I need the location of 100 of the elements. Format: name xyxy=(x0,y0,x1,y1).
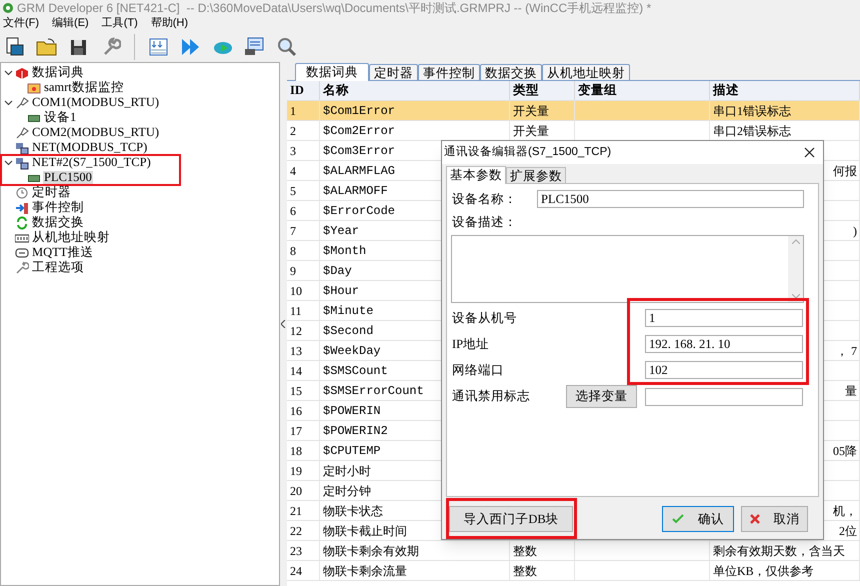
table-cell-text: 2位 xyxy=(839,522,857,540)
table-cell-text: 物联卡剩余有效期 xyxy=(323,542,419,560)
network-icon xyxy=(15,140,29,154)
table-row[interactable]: 2 $Com2Error 开关量 串口2错误标志 xyxy=(287,121,860,141)
menu-item[interactable]: 工具(T) xyxy=(102,15,138,32)
table-cell-text: 17 xyxy=(290,422,302,440)
tab[interactable]: 扩展参数 xyxy=(506,167,566,183)
table-row[interactable]: 23 物联卡剩余有效期 整数 剩余有效期天数，含当天 xyxy=(287,541,860,561)
tree-item[interactable]: 设备1 xyxy=(43,111,78,124)
table-cell-text: $ALARMFLAG xyxy=(323,162,396,180)
table-cell-text: 物联卡截止时间 xyxy=(323,522,407,540)
column-header[interactable]: 变量组 xyxy=(578,81,617,100)
tree-item[interactable]: 数据交换 xyxy=(31,216,85,229)
tree-item[interactable]: PLC1500 xyxy=(43,171,93,184)
field-label: 设备描述： xyxy=(452,214,518,231)
search-icon[interactable] xyxy=(276,36,297,57)
table-cell-text: 18 xyxy=(290,442,302,460)
menu-item[interactable]: 编辑(E) xyxy=(52,15,89,32)
table-cell-text: 单位KB，仅供参考 xyxy=(713,562,814,580)
table-cell-text: $Hour xyxy=(323,282,360,300)
tree-item[interactable]: MQTT推送 xyxy=(31,246,94,259)
input-field[interactable]: PLC1500 xyxy=(537,190,804,208)
select-variable-button[interactable]: 选择变量 xyxy=(566,385,637,408)
book-icon xyxy=(15,66,29,80)
table-cell-text: $Day xyxy=(323,262,352,280)
grid-download-icon[interactable] xyxy=(148,36,169,57)
import-button[interactable]: 导入西门子DB块 xyxy=(449,506,573,532)
column-header[interactable]: 类型 xyxy=(513,81,539,100)
column-header[interactable]: 描述 xyxy=(713,81,739,100)
input-field[interactable]: 1 xyxy=(645,309,803,327)
arrow-door-icon xyxy=(15,200,29,214)
table-cell-text: 量 xyxy=(845,382,857,400)
scroll-down-icon[interactable] xyxy=(792,294,800,299)
table-cell-text: $WeekDay xyxy=(323,342,381,360)
table-cell-text: 机， xyxy=(833,502,857,520)
tab[interactable]: 从机地址映射 xyxy=(542,64,630,80)
fast-forward-icon[interactable] xyxy=(180,36,201,57)
confirm-button[interactable]: 确认 xyxy=(662,506,734,532)
input-field[interactable]: 102 xyxy=(645,361,803,379)
table-cell-text: $ErrorCode xyxy=(323,202,396,220)
folder-icon[interactable] xyxy=(36,36,57,57)
table-cell-text: 何报 xyxy=(833,162,857,180)
clock-icon xyxy=(15,186,29,200)
expanded-chevron-icon[interactable] xyxy=(4,68,13,77)
refresh-icon xyxy=(15,216,29,230)
tab[interactable]: 事件控制 xyxy=(418,64,480,80)
tree-item[interactable]: 定时器 xyxy=(31,186,72,199)
table-cell-text: 定时小时 xyxy=(323,462,371,480)
tree-item[interactable]: 数据词典 xyxy=(31,66,85,79)
expanded-chevron-icon[interactable] xyxy=(4,158,13,167)
table-cell-text: 15 xyxy=(290,382,302,400)
table-row[interactable]: 1 $Com1Error 开关量 串口1错误标志 xyxy=(287,101,860,121)
table-cell-text: $Com1Error xyxy=(323,102,396,120)
tree-item[interactable]: NET(MODBUS_TCP) xyxy=(31,141,148,154)
text-area[interactable] xyxy=(451,235,804,303)
plug-icon xyxy=(15,96,29,110)
table-cell-text: $Month xyxy=(323,242,366,260)
tab[interactable]: 数据词典 xyxy=(295,63,369,81)
table-cell-text: 23 xyxy=(290,542,302,560)
table-cell-text: 6 xyxy=(290,202,296,220)
tree-item[interactable]: COM1(MODBUS_RTU) xyxy=(31,96,160,109)
tree-item[interactable]: 从机地址映射 xyxy=(31,231,111,244)
cross-icon xyxy=(750,514,760,524)
new-file-icon[interactable] xyxy=(4,36,25,57)
plug-icon xyxy=(15,126,29,140)
app-icon xyxy=(2,2,14,14)
field-label: 通讯禁用标志 xyxy=(452,388,531,406)
tab[interactable]: 数据交换 xyxy=(480,64,542,80)
input-field[interactable]: 192. 168. 21. 10 xyxy=(645,335,803,353)
close-icon[interactable] xyxy=(804,147,815,158)
table-cell-text: 1 xyxy=(290,102,296,120)
table-cell-text: 21 xyxy=(290,502,302,520)
table-cell-text: 19 xyxy=(290,462,302,480)
table-cell-text: 3 xyxy=(290,142,296,160)
table-cell-text: $SMSErrorCount xyxy=(323,382,424,400)
monitor-table-icon[interactable] xyxy=(244,36,265,57)
table-row[interactable]: 24 物联卡剩余流量 整数 单位KB，仅供参考 xyxy=(287,561,860,581)
field-label: 设备名称： xyxy=(452,190,518,208)
tab[interactable]: 定时器 xyxy=(369,64,418,80)
table-cell-text: 22 xyxy=(290,522,302,540)
table-cell-text: ) xyxy=(853,222,857,240)
menu-item[interactable]: 帮助(H) xyxy=(150,15,188,32)
input-field[interactable] xyxy=(645,388,803,406)
expanded-chevron-icon[interactable] xyxy=(4,98,13,107)
table-cell-text: 05降 xyxy=(833,442,857,460)
table-cell-text: 整数 xyxy=(513,562,537,580)
tab[interactable]: 基本参数 xyxy=(446,166,506,184)
table-cell-text: 定时分钟 xyxy=(323,482,371,500)
table-cell-text: $CPUTEMP xyxy=(323,442,381,460)
tree-item[interactable]: 工程选项 xyxy=(31,261,85,274)
table-cell-text: $SMSCount xyxy=(323,362,388,380)
column-header[interactable]: 名称 xyxy=(323,81,349,100)
tree-item[interactable]: 事件控制 xyxy=(31,201,85,214)
tree-item[interactable]: samrt数据监控 xyxy=(43,81,125,94)
tree-item[interactable]: NET#2(S7_1500_TCP) xyxy=(31,156,152,169)
tree-item[interactable]: COM2(MODBUS_RTU) xyxy=(31,126,160,139)
menu-item[interactable]: 文件(F) xyxy=(3,15,40,32)
table-cell-text: 14 xyxy=(290,362,302,380)
column-header[interactable]: ID xyxy=(290,81,304,100)
cancel-button[interactable]: 取消 xyxy=(741,506,808,532)
